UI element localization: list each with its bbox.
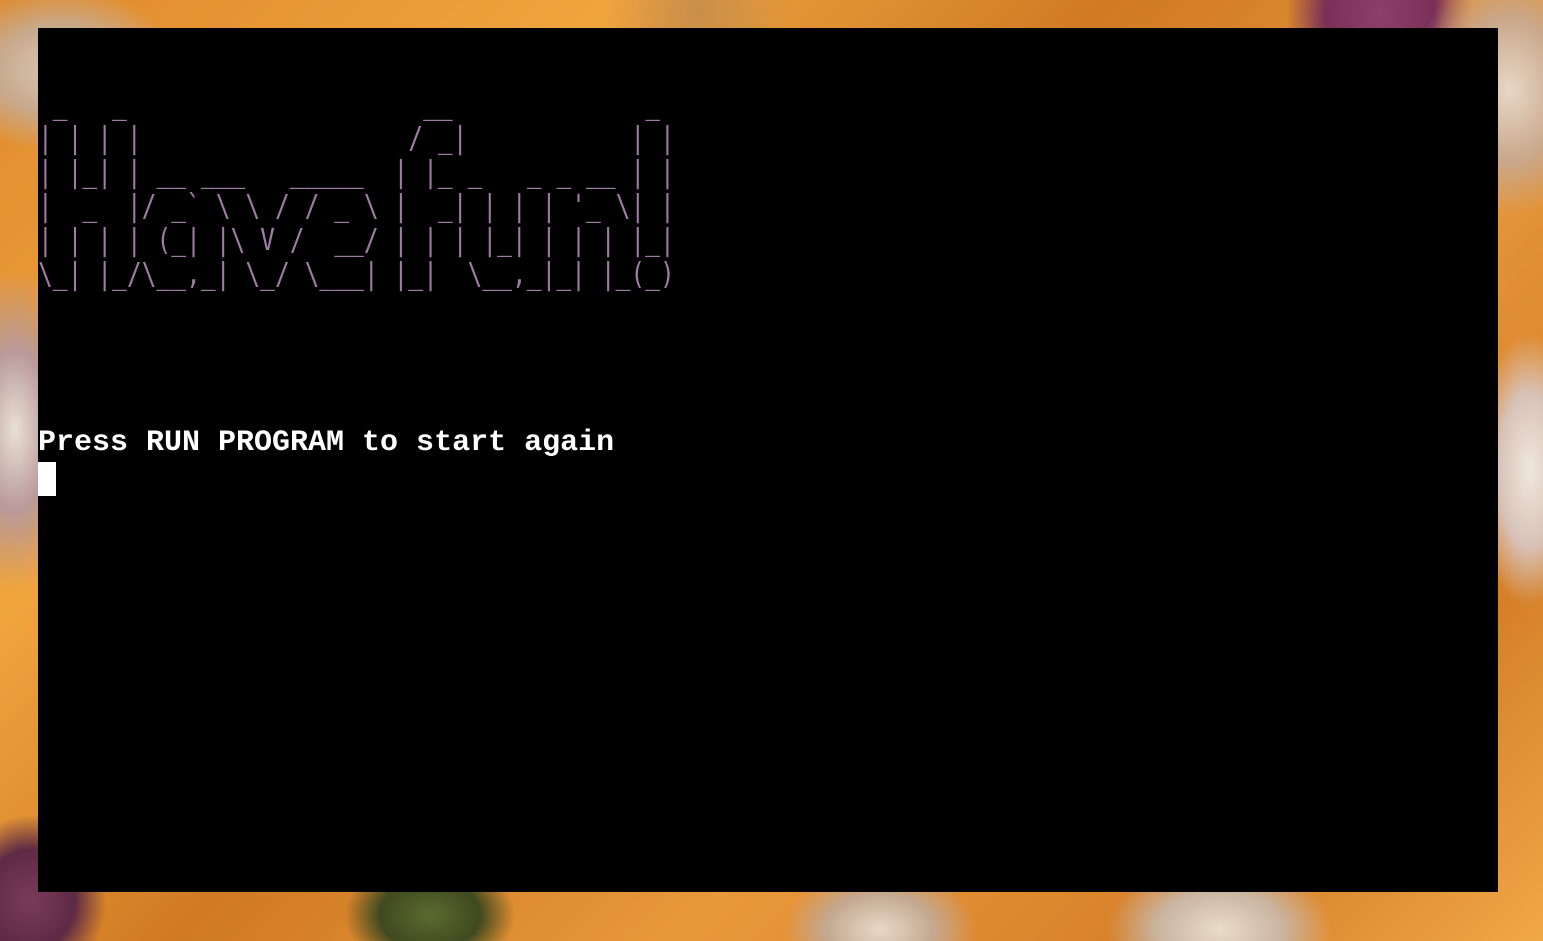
terminal-window[interactable]: _ _ __ _ | | | | / _| | | | |_| | __ ___… xyxy=(38,28,1498,892)
restart-instruction-text: Press RUN PROGRAM to start again xyxy=(38,426,615,460)
terminal-cursor xyxy=(38,462,56,496)
have-fun-ascii-banner: _ _ __ _ | | | | / _| | | | |_| | __ ___… xyxy=(38,87,675,292)
